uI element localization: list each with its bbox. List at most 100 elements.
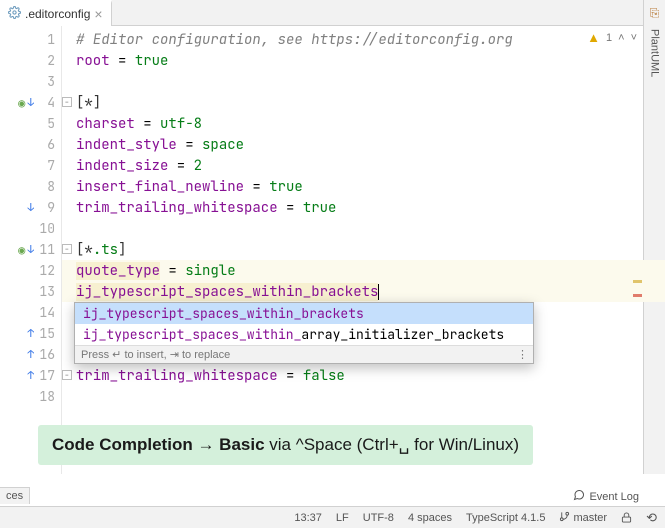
- status-indent[interactable]: 4 spaces: [408, 512, 452, 524]
- line-number: 13: [37, 283, 55, 300]
- code-line[interactable]: ij_typescript_spaces_within_brackets: [62, 281, 665, 302]
- code-token[interactable]: https://editorconfig.org: [311, 31, 513, 49]
- code-token: ]: [118, 241, 126, 259]
- code-token: trim_trailing_whitespace: [76, 199, 278, 217]
- completion-item[interactable]: ij_typescript_spaces_within_array_initia…: [75, 324, 533, 345]
- code-line[interactable]: [62, 218, 665, 239]
- code-line[interactable]: [62, 386, 665, 407]
- code-line[interactable]: charset = utf-8: [62, 113, 665, 134]
- caret: [378, 284, 379, 300]
- code-line[interactable]: indent_style = space: [62, 134, 665, 155]
- eye-icon[interactable]: ◉: [18, 242, 25, 258]
- eye-icon[interactable]: ◉: [18, 95, 25, 111]
- bottom-left-tool[interactable]: ces: [0, 487, 30, 504]
- line-number: 7: [37, 157, 55, 174]
- override-up-icon[interactable]: ↑: [27, 369, 34, 383]
- code-line[interactable]: quote_type = single: [62, 260, 665, 281]
- code-token: 2: [194, 157, 202, 175]
- gutter-line[interactable]: 1: [0, 29, 61, 50]
- gutter-line[interactable]: 6: [0, 134, 61, 155]
- gutter[interactable]: 123◉↓45678↓910◉↓11121314↑15↑16↑1718: [0, 26, 62, 474]
- code-token: space: [202, 136, 244, 154]
- gutter-line[interactable]: 12: [0, 260, 61, 281]
- gutter-line[interactable]: ↑16: [0, 344, 61, 365]
- line-number: 12: [37, 262, 55, 279]
- code-line[interactable]: root = true: [62, 50, 665, 71]
- gutter-line[interactable]: 8: [0, 176, 61, 197]
- code-token: false: [303, 367, 345, 385]
- completion-item[interactable]: ij_typescript_spaces_within_brackets: [75, 303, 533, 324]
- code-line[interactable]: [*]: [62, 92, 665, 113]
- code-token: indent_style: [76, 136, 177, 154]
- code-token: indent_size: [76, 157, 168, 175]
- code-token: true: [303, 199, 337, 217]
- event-log-button[interactable]: Event Log: [573, 489, 639, 504]
- code-token: true: [269, 178, 303, 196]
- completion-match: ij_typescript_spaces_within_: [83, 326, 301, 343]
- code-token: insert_final_newline: [76, 178, 244, 196]
- gutter-line[interactable]: 7: [0, 155, 61, 176]
- gutter-line[interactable]: ↑17: [0, 365, 61, 386]
- code-token: =: [135, 115, 160, 133]
- override-down-icon[interactable]: ↓: [27, 96, 34, 110]
- completion-footer: Press ↵ to insert, ⇥ to replace ⋮: [75, 345, 533, 363]
- status-position[interactable]: 13:37: [294, 512, 322, 524]
- chevron-down-icon[interactable]: ˅: [631, 32, 637, 44]
- gutter-line[interactable]: 14: [0, 302, 61, 323]
- gutter-line[interactable]: ◉↓4: [0, 92, 61, 113]
- code-line[interactable]: # Editor configuration, see https://edit…: [62, 29, 665, 50]
- fold-toggle[interactable]: −: [62, 244, 72, 254]
- code-token: =: [110, 52, 135, 70]
- gutter-line[interactable]: 3: [0, 71, 61, 92]
- code-line[interactable]: trim_trailing_whitespace = true: [62, 197, 665, 218]
- plantuml-icon[interactable]: ⎘: [650, 6, 660, 21]
- override-up-icon[interactable]: ↑: [27, 327, 34, 341]
- gutter-line[interactable]: 18: [0, 386, 61, 407]
- line-number: 10: [37, 220, 55, 237]
- override-up-icon[interactable]: ↑: [27, 348, 34, 362]
- editor-tab[interactable]: .editorconfig ×: [0, 0, 112, 26]
- code-line[interactable]: trim_trailing_whitespace = false: [62, 365, 665, 386]
- status-language[interactable]: TypeScript 4.1.5: [466, 512, 546, 524]
- code-token: =: [244, 178, 269, 196]
- status-encoding[interactable]: UTF-8: [363, 512, 394, 524]
- event-log-label: Event Log: [589, 491, 639, 503]
- gutter-line[interactable]: 2: [0, 50, 61, 71]
- code-line[interactable]: indent_size = 2: [62, 155, 665, 176]
- sync-icon[interactable]: ⟲: [646, 510, 657, 526]
- lock-icon[interactable]: [621, 512, 632, 523]
- code-token: =: [168, 157, 193, 175]
- status-branch[interactable]: master: [559, 511, 607, 525]
- code-content[interactable]: − − − # Editor configuration, see https://…: [62, 26, 665, 474]
- fold-toggle[interactable]: −: [62, 370, 72, 380]
- gutter-line[interactable]: ↑15: [0, 323, 61, 344]
- override-down-icon[interactable]: ↓: [27, 243, 34, 257]
- status-line-ending[interactable]: LF: [336, 512, 349, 524]
- override-down-icon[interactable]: ↓: [27, 201, 34, 215]
- gutter-line[interactable]: 5: [0, 113, 61, 134]
- line-number: 1: [37, 31, 55, 48]
- code-line[interactable]: [62, 71, 665, 92]
- warning-icon: ▲: [587, 30, 600, 45]
- code-token: # Editor configuration, see: [76, 31, 311, 49]
- completion-match: ij_typescript_spaces_within_brackets: [83, 305, 364, 322]
- inspection-indicators[interactable]: ▲ 1 ˄ ˅: [587, 30, 637, 45]
- line-number: 3: [37, 73, 55, 90]
- error-stripe[interactable]: [631, 26, 643, 474]
- gutter-line[interactable]: ◉↓11: [0, 239, 61, 260]
- tab-filename: .editorconfig: [25, 7, 90, 21]
- gutter-line[interactable]: ↓9: [0, 197, 61, 218]
- close-icon[interactable]: ×: [94, 7, 102, 21]
- more-icon[interactable]: ⋮: [517, 348, 527, 361]
- status-bar: 13:37 LF UTF-8 4 spaces TypeScript 4.1.5…: [0, 506, 665, 528]
- gutter-line[interactable]: 13: [0, 281, 61, 302]
- chevron-up-icon[interactable]: ˄: [618, 32, 624, 44]
- code-line[interactable]: [*.ts]: [62, 239, 665, 260]
- stripe-warning-marker[interactable]: [633, 280, 642, 283]
- fold-toggle[interactable]: −: [62, 97, 72, 107]
- line-number: 8: [37, 178, 55, 195]
- gutter-line[interactable]: 10: [0, 218, 61, 239]
- stripe-error-marker[interactable]: [633, 294, 642, 297]
- code-line[interactable]: insert_final_newline = true: [62, 176, 665, 197]
- line-number: 5: [37, 115, 55, 132]
